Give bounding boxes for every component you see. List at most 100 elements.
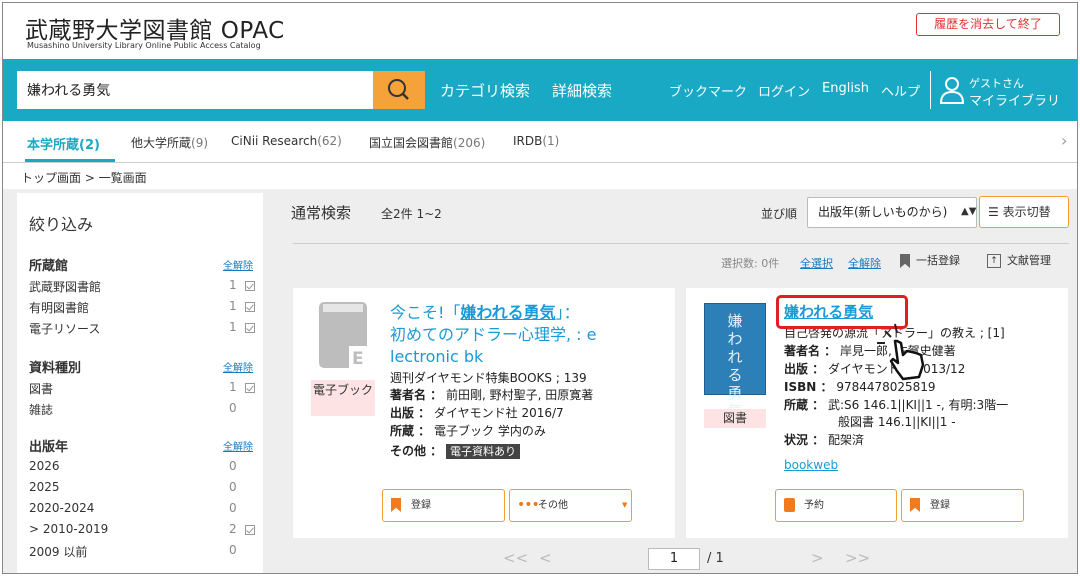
- filter-item[interactable]: 武蔵野図書館 1: [29, 278, 259, 296]
- sort-label: 並び順: [761, 207, 798, 221]
- result-title-line2[interactable]: 初めてのアドラー心理学, : e: [390, 324, 597, 345]
- filter-item[interactable]: 2026 0: [29, 459, 259, 477]
- bookmark-link[interactable]: ブックマーク: [669, 81, 747, 100]
- breadcrumb[interactable]: トップ画面 > 一覧画面: [21, 169, 147, 186]
- clear-filter-link[interactable]: 全解除: [223, 257, 253, 272]
- filter-item-label: 2025: [29, 480, 60, 494]
- user-icon[interactable]: [939, 75, 965, 105]
- last-page-button[interactable]: >>: [845, 549, 870, 567]
- selected-count: 選択数: 0件: [721, 257, 780, 270]
- clear-filter-link[interactable]: 全解除: [223, 359, 253, 374]
- filter-item-label: 2026: [29, 459, 60, 473]
- filter-item[interactable]: 2025 0: [29, 480, 259, 498]
- tab-count: (9): [191, 136, 209, 150]
- holding-row: 所蔵 ： 電子ブック 学内のみ: [390, 423, 546, 439]
- result-title-line3[interactable]: lectronic bk: [390, 346, 483, 367]
- filter-checkbox[interactable]: [245, 525, 255, 535]
- search-button[interactable]: [373, 71, 425, 109]
- register-button[interactable]: 登録: [382, 489, 505, 522]
- filter-item-label: > 2010-2019: [29, 522, 109, 536]
- holding-label: 所蔵 ：: [390, 424, 431, 438]
- search-input[interactable]: [17, 71, 373, 109]
- clear-all-link[interactable]: 全解除: [848, 255, 881, 271]
- filter-item-label: 電子リソース: [29, 322, 101, 336]
- category-search-link[interactable]: カテゴリ検索: [440, 80, 530, 101]
- advanced-search-link[interactable]: 詳細検索: [552, 80, 612, 101]
- publisher-label: 出版 ：: [784, 362, 825, 376]
- select-all-link[interactable]: 全選択: [800, 255, 833, 271]
- search-type-label: 通常検索: [291, 204, 352, 222]
- tab-ndl[interactable]: 国立国会図書館(206): [369, 134, 485, 151]
- title-keyword[interactable]: 嫌われる勇気: [460, 303, 555, 322]
- tab-count: (1): [542, 134, 560, 148]
- tab-label: IRDB: [513, 134, 543, 148]
- publisher: ダイヤモンド社 2016/7: [434, 406, 564, 420]
- tab-label: CiNii Research: [231, 134, 318, 148]
- tab-own-library[interactable]: 本学所蔵(2): [27, 134, 100, 153]
- reserve-button[interactable]: 予約: [775, 489, 897, 522]
- tab-other-universities[interactable]: 他大学所蔵(9): [131, 134, 208, 151]
- guest-label[interactable]: ゲストさん: [969, 75, 1024, 91]
- register-label: 登録: [411, 500, 431, 511]
- filter-item-label: 雑誌: [29, 403, 54, 417]
- author: 前田剛, 野村聖子, 田原寛著: [446, 388, 594, 402]
- book-cover[interactable]: 嫌われる勇気: [704, 303, 766, 420]
- author-label: 著者名 ：: [390, 388, 443, 402]
- other-dropdown[interactable]: ••• その他 ▼: [509, 489, 632, 522]
- login-link[interactable]: ログイン: [758, 81, 810, 100]
- bulk-register-button[interactable]: 一括登録: [900, 252, 960, 268]
- sort-select[interactable]: 出版年(新しいものから): [807, 197, 977, 228]
- filter-item[interactable]: 電子リソース 1: [29, 320, 259, 338]
- filter-item[interactable]: 2020-2024 0: [29, 501, 259, 519]
- publisher-label: 出版 ：: [390, 406, 431, 420]
- status: 配架済: [828, 433, 865, 447]
- english-link[interactable]: English: [822, 81, 869, 96]
- register-button[interactable]: 登録: [901, 489, 1024, 522]
- mylibrary-link[interactable]: マイライブラリ: [969, 90, 1060, 109]
- page-input[interactable]: 1: [648, 548, 700, 570]
- filter-section-title: 資料種別: [29, 361, 82, 376]
- document-manage-label: 文献管理: [1007, 254, 1051, 267]
- nav-divider: [930, 71, 931, 109]
- clear-history-button[interactable]: 履歴を消去して終了: [916, 13, 1060, 36]
- divider: [293, 243, 1069, 244]
- electronic-badge: 電子資料あり: [446, 444, 521, 459]
- filter-item[interactable]: 雑誌 0: [29, 401, 259, 419]
- clear-filter-link[interactable]: 全解除: [223, 438, 253, 453]
- result-title[interactable]: 今こそ!「嫌われる勇気」：: [390, 302, 580, 323]
- filter-item-label: 武蔵野図書館: [29, 280, 102, 294]
- filter-item[interactable]: 図書 1: [29, 380, 259, 398]
- results-count: 全2件 1~2: [381, 207, 442, 221]
- document-manage-button[interactable]: ↑ 文献管理: [987, 252, 1051, 268]
- search-icon: [388, 79, 409, 100]
- first-page-button[interactable]: <<: [503, 549, 528, 567]
- bookmark-icon: [900, 254, 910, 268]
- help-link[interactable]: ヘルプ: [881, 81, 920, 100]
- site-subtitle: Musashino University Library Online Publ…: [27, 41, 261, 50]
- author-row: 著者名 ： 前田剛, 野村聖子, 田原寛著: [390, 387, 593, 403]
- filter-checkbox[interactable]: [245, 281, 255, 291]
- prev-page-button[interactable]: <: [539, 549, 552, 567]
- holding-row: 所蔵 ： 武:S6 146.1||KI||1 -, 有明:3階一: [784, 397, 1008, 413]
- filter-checkbox[interactable]: [245, 302, 255, 312]
- filter-item[interactable]: 有明図書館 1: [29, 299, 259, 317]
- status-row: 状況 ： 配架済: [784, 432, 864, 448]
- filter-item-count: 0: [229, 401, 237, 415]
- tab-count: (2): [79, 138, 100, 153]
- reserve-label: 予約: [804, 500, 824, 511]
- tab-cinii-research[interactable]: CiNii Research(62): [231, 134, 342, 148]
- title-rest: 」：: [555, 303, 580, 322]
- filter-checkbox[interactable]: [245, 323, 255, 333]
- isbn-label: ISBN ：: [784, 380, 833, 394]
- cover-text: 嫌われる勇気: [727, 312, 743, 420]
- tab-irdb[interactable]: IRDB(1): [513, 134, 559, 148]
- filter-checkbox[interactable]: [245, 383, 255, 393]
- filter-sidebar: 絞り込み 所蔵館 全解除 武蔵野図書館 1 有明図書館 1 電子リソース 1 資料種別…: [17, 193, 263, 573]
- filter-item[interactable]: > 2010-2019 2: [29, 522, 259, 540]
- filter-item-count: 1: [229, 320, 237, 334]
- site-title[interactable]: 武蔵野大学図書館 OPAC: [25, 11, 285, 45]
- bookweb-link[interactable]: bookweb: [784, 457, 838, 473]
- chevron-right-icon[interactable]: ›: [1061, 131, 1067, 150]
- next-page-button[interactable]: >: [811, 549, 824, 567]
- view-toggle-button[interactable]: ☰ 表示切替: [979, 196, 1069, 228]
